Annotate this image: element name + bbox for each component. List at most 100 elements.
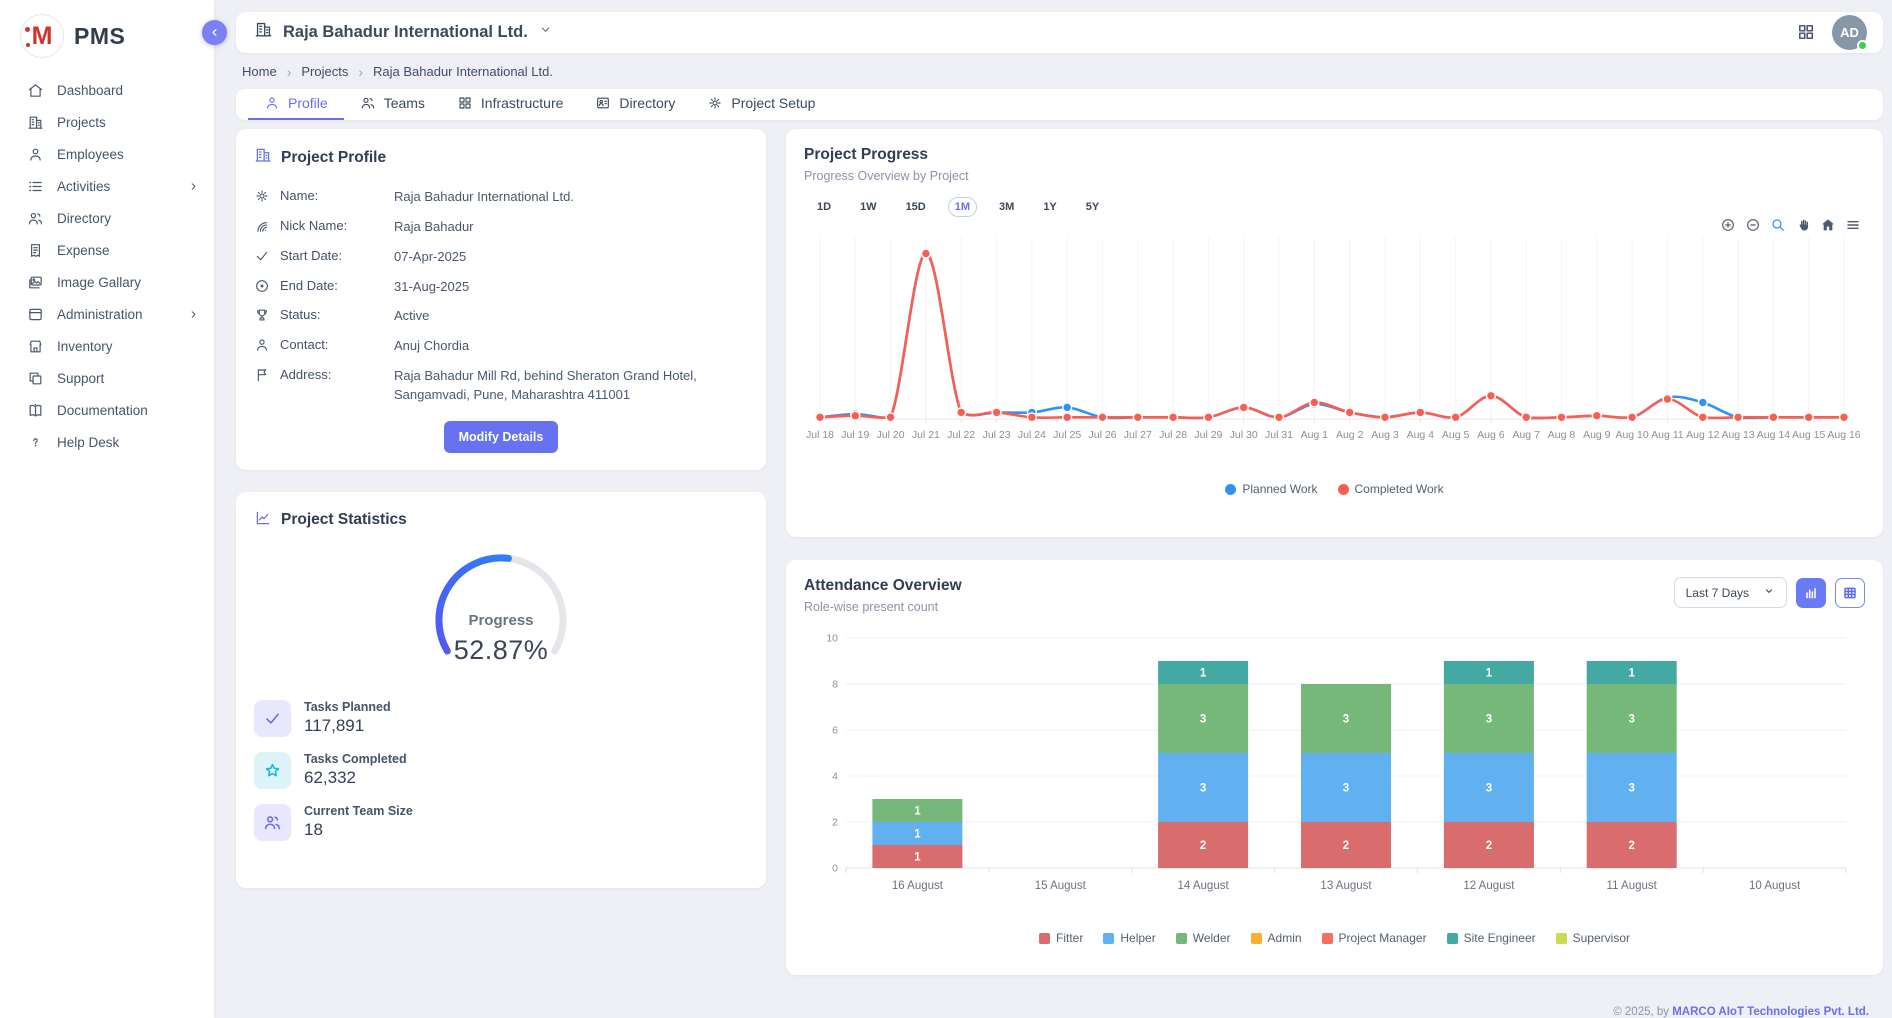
breadcrumb-separator: › xyxy=(358,64,363,80)
toolbar-reset-zoom-button[interactable] xyxy=(1820,217,1836,233)
tab-directory[interactable]: Directory xyxy=(579,89,691,120)
svg-text:8: 8 xyxy=(832,679,838,691)
svg-text:10 August: 10 August xyxy=(1749,880,1801,892)
app-logo[interactable]: M PMS xyxy=(0,0,214,74)
legend-completed-work[interactable]: Completed Work xyxy=(1338,482,1444,496)
chevron-down-icon xyxy=(1763,585,1775,597)
squares-icon xyxy=(27,370,44,387)
legend-marker xyxy=(1447,933,1458,944)
range-button-1w[interactable]: 1W xyxy=(853,197,884,217)
plus-circle-icon xyxy=(1720,217,1736,233)
legend-site-engineer[interactable]: Site Engineer xyxy=(1447,931,1536,945)
legend-planned-work[interactable]: Planned Work xyxy=(1225,482,1317,496)
book-icon xyxy=(27,402,44,419)
tab-teams[interactable]: Teams xyxy=(344,89,441,120)
company-selector[interactable]: Raja Bahadur International Ltd. xyxy=(254,20,553,44)
range-button-1d[interactable]: 1D xyxy=(810,197,838,217)
legend-label: Site Engineer xyxy=(1464,931,1536,945)
breadcrumb-projects[interactable]: Projects xyxy=(301,64,348,79)
svg-text:Aug 10: Aug 10 xyxy=(1615,429,1648,441)
svg-text:Jul 30: Jul 30 xyxy=(1230,429,1258,441)
range-button-15d[interactable]: 15D xyxy=(899,197,933,217)
attendance-range-select[interactable]: Last 7 Days xyxy=(1674,577,1787,608)
sidebar-item-inventory[interactable]: Inventory xyxy=(0,330,214,362)
attendance-range-value: Last 7 Days xyxy=(1686,586,1749,600)
building-icon xyxy=(254,20,273,39)
avatar[interactable]: AD xyxy=(1832,15,1867,50)
sidebar-item-projects[interactable]: Projects xyxy=(0,106,214,138)
svg-text:2: 2 xyxy=(1343,840,1349,852)
svg-text:1: 1 xyxy=(914,806,921,818)
tab-label: Directory xyxy=(619,95,675,111)
sidebar-item-help-desk[interactable]: Help Desk xyxy=(0,426,214,458)
legend-label: Admin xyxy=(1268,931,1302,945)
sidebar-item-dashboard[interactable]: Dashboard xyxy=(0,74,214,106)
field-label: Nick Name: xyxy=(280,217,384,233)
legend-helper[interactable]: Helper xyxy=(1103,931,1155,945)
sidebar-collapse-button[interactable] xyxy=(202,20,227,45)
legend-fitter[interactable]: Fitter xyxy=(1039,931,1083,945)
toolbar-chart-menu-button[interactable] xyxy=(1845,217,1861,233)
svg-text:2: 2 xyxy=(1628,840,1634,852)
sidebar-item-activities[interactable]: Activities xyxy=(0,170,214,202)
project-progress-card: Project Progress Progress Overview by Pr… xyxy=(786,129,1883,537)
building-icon-slot xyxy=(254,146,272,169)
svg-text:Aug 9: Aug 9 xyxy=(1583,429,1611,441)
legend-admin[interactable]: Admin xyxy=(1251,931,1302,945)
minus-circle-icon xyxy=(1745,217,1761,233)
legend-welder[interactable]: Welder xyxy=(1176,931,1231,945)
bar-view-toggle-button[interactable] xyxy=(1796,578,1826,608)
chevron-slot xyxy=(538,22,553,42)
footer-company-link[interactable]: MARCO AIoT Technologies Pvt. Ltd. xyxy=(1672,1006,1869,1018)
toolbar-pan-button[interactable] xyxy=(1795,217,1811,233)
range-button-5y[interactable]: 5Y xyxy=(1079,197,1106,217)
tab-profile[interactable]: Profile xyxy=(248,89,344,120)
tab-project-setup[interactable]: Project Setup xyxy=(691,89,831,120)
legend-supervisor[interactable]: Supervisor xyxy=(1556,931,1630,945)
signal-icon xyxy=(254,218,270,234)
sidebar-item-expense[interactable]: Expense xyxy=(0,234,214,266)
sidebar-item-label: Activities xyxy=(57,179,174,194)
bar-chart-legend: Fitter Helper Welder Admin Project Manager Si… xyxy=(804,931,1865,945)
apps-grid-button[interactable] xyxy=(1796,22,1816,42)
sidebar-item-administration[interactable]: Administration xyxy=(0,298,214,330)
sidebar-item-image-gallary[interactable]: Image Gallary xyxy=(0,266,214,298)
table-view-toggle-button[interactable] xyxy=(1835,578,1865,608)
stat-value: 18 xyxy=(304,820,413,840)
receipt-icon xyxy=(27,242,44,259)
toolbar-zoom-in-button[interactable] xyxy=(1720,217,1736,233)
avatar-initials: AD xyxy=(1840,25,1859,40)
field-value: Raja Bahadur xyxy=(394,217,748,237)
modify-details-button[interactable]: Modify Details xyxy=(444,421,559,453)
legend-label: Helper xyxy=(1120,931,1155,945)
svg-text:Aug 6: Aug 6 xyxy=(1477,429,1505,441)
legend-project-manager[interactable]: Project Manager xyxy=(1322,931,1427,945)
legend-marker xyxy=(1556,933,1567,944)
hand-icon xyxy=(1795,217,1811,233)
breadcrumb-home[interactable]: Home xyxy=(242,64,277,79)
tab-label: Profile xyxy=(288,95,328,111)
sidebar-item-employees[interactable]: Employees xyxy=(0,138,214,170)
toolbar-selection-zoom-button[interactable] xyxy=(1770,217,1786,233)
tab-infrastructure[interactable]: Infrastructure xyxy=(441,89,579,120)
sidebar-item-documentation[interactable]: Documentation xyxy=(0,394,214,426)
range-button-3m[interactable]: 3M xyxy=(992,197,1021,217)
svg-text:10: 10 xyxy=(826,633,838,645)
home-icon xyxy=(27,82,44,99)
range-button-1m[interactable]: 1M xyxy=(948,197,977,217)
gear-icon xyxy=(707,95,723,111)
svg-text:Aug 7: Aug 7 xyxy=(1512,429,1540,441)
help-icon xyxy=(27,434,44,451)
person-icon xyxy=(254,337,270,353)
svg-text:Jul 18: Jul 18 xyxy=(806,429,834,441)
svg-text:16 August: 16 August xyxy=(892,880,944,892)
range-button-1y[interactable]: 1Y xyxy=(1036,197,1063,217)
building-icon-slot xyxy=(254,20,273,44)
legend-label: Project Manager xyxy=(1339,931,1427,945)
sidebar-item-support[interactable]: Support xyxy=(0,362,214,394)
barchart-icon xyxy=(1803,585,1819,601)
toolbar-zoom-out-button[interactable] xyxy=(1745,217,1761,233)
legend-marker xyxy=(1103,933,1114,944)
chevron-down-icon xyxy=(538,22,553,37)
sidebar-item-directory[interactable]: Directory xyxy=(0,202,214,234)
